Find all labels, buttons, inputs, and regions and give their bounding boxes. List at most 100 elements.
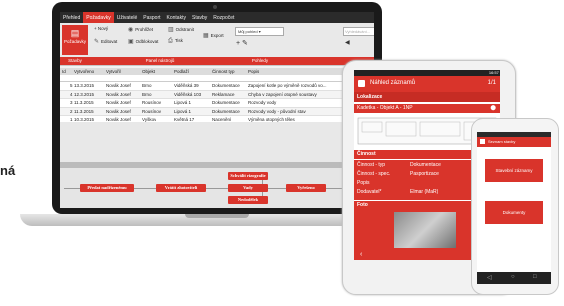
menu-pasport[interactable]: Pasport [140, 12, 163, 23]
back-icon[interactable]: ◁ [487, 274, 492, 281]
new-button[interactable]: + Nový [94, 26, 108, 31]
export-label: Export [210, 33, 224, 38]
cell-floor: Lipová 1 [174, 100, 192, 105]
printer-icon: ⎙ [168, 38, 173, 44]
menu-prehled[interactable]: Přehled [60, 12, 83, 23]
export-icon: ▦ [203, 33, 209, 39]
section-lokalizace: Lokalizace [357, 94, 383, 100]
cell-author: Novák Josef [106, 100, 131, 105]
table-row[interactable]: 3 11.3.2015 Novák Josef Rousínov Lipová … [60, 99, 374, 108]
group-panel-nastroju: Panel nástrojů [145, 58, 175, 63]
location-pin-icon: ⬤ [490, 105, 496, 111]
view-select-value: Můj pohled [238, 29, 258, 34]
group-pohledy: Pohledy [251, 58, 269, 63]
cell-activity: Dokumentace [212, 83, 240, 88]
workflow-step-predat[interactable]: Předat nadřízenému [80, 184, 134, 192]
app-logo-icon [480, 139, 485, 144]
print-label: Tisk [174, 38, 183, 43]
cell-object: Rousínov [142, 100, 162, 105]
pozadavky-ribbon-button[interactable]: ▤ Požadavky [62, 25, 88, 55]
view-select[interactable]: Můj pohled ▾ [235, 27, 284, 36]
table-row[interactable]: 4 12.3.2015 Novák Josef Brno Viděňská 10… [60, 90, 374, 99]
table-row[interactable]: 2 11.3.2015 Novák Josef Rousínov Lipová … [60, 107, 374, 116]
add-view-icon[interactable]: + ✎ [236, 39, 248, 47]
delete-button[interactable]: ▥ Odstranit [168, 26, 194, 33]
recent-apps-icon[interactable]: □ [533, 274, 537, 280]
photo-thumbnail[interactable] [394, 212, 456, 248]
phone-app-bar: Seznam stavby [477, 137, 551, 147]
toolbar-ribbon: ▤ Požadavky + Nový ✎ Editovat ◉ Prohlížet … [60, 23, 374, 66]
cell-author: Novák Josef [106, 83, 131, 88]
ribbon-group-labels: Stavby Panel nástrojů Pohledy [60, 57, 374, 65]
cell-activity: Reklamace [212, 91, 235, 97]
col-vytvoril[interactable]: Vytvořil [106, 69, 121, 74]
nav-arrow-left-icon[interactable]: ◀ [345, 39, 350, 46]
cell-floor: Lipová 1 [174, 108, 192, 114]
tablet-subheader: Lokalizace [354, 92, 500, 102]
cinnost-typ-value: Dokumentace [410, 162, 441, 168]
workflow-step-nedodelek[interactable]: Nedodělek [228, 196, 268, 204]
search-input[interactable]: Vyhledávání... [343, 27, 374, 36]
webcam [213, 5, 217, 9]
unlock-icon: ▣ [128, 39, 134, 45]
menu-pozadavky[interactable]: Požadavky [83, 12, 114, 23]
phone-screen: Seznam stavby Stavební záznamy Dokumenty… [477, 132, 551, 284]
workflow-step-vratit[interactable]: Vrátit zhotoviteli [156, 184, 206, 192]
cell-date: 11.3.2015 [74, 108, 94, 114]
cell-id: 3 [70, 100, 73, 105]
phone-title: Seznam stavby [488, 139, 516, 144]
print-button[interactable]: ⎙ Tisk [168, 38, 183, 45]
cinnost-typ-label: Činnost - typ [357, 162, 386, 168]
home-icon[interactable]: ○ [511, 274, 515, 280]
unlock-label: Odblokovat [135, 39, 159, 44]
col-vytvoreno[interactable]: Vytvořeno [74, 69, 94, 74]
menu-kontakty[interactable]: Kontakty [164, 12, 189, 23]
phone-nav-bar: ◁ ○ □ [477, 272, 551, 284]
app-logo-icon [358, 80, 365, 87]
menu-rozpocet[interactable]: Rozpočet [210, 12, 237, 23]
col-popis[interactable]: Popis [248, 69, 259, 74]
cell-activity: Dokumentace [212, 100, 240, 105]
table-row[interactable]: 5 13.3.2015 Novák Josef Brno Viděňská 39… [60, 82, 374, 91]
trash-icon: ▥ [168, 27, 174, 33]
col-objekt[interactable]: Objekt [142, 69, 155, 74]
menu-stavby[interactable]: Stavby [189, 12, 210, 23]
stavebni-zaznamy-button[interactable]: Stavební záznamy [485, 159, 543, 182]
lokalizace-value[interactable]: Kadetka - Objekt A - 1NP ⬤ [354, 104, 500, 113]
main-menu: Přehled Požadavky Uživatelé Pasport Kont… [60, 12, 374, 23]
pozadavky-ribbon-label: Požadavky [63, 39, 86, 44]
laptop-display: Přehled Požadavky Uživatelé Pasport Kont… [60, 12, 374, 208]
dodavatel-value: Elmar (MaR) [410, 189, 439, 195]
workflow-step-vyreseno[interactable]: Vyřešeno [286, 184, 326, 192]
clipboard-icon: ▤ [70, 28, 80, 38]
cell-floor: Viděňská 103 [174, 91, 202, 97]
workflow-step-schvalit[interactable]: Schválit rizografie [228, 172, 268, 180]
export-button[interactable]: ▦ Export [203, 32, 224, 39]
edit-button[interactable]: ✎ Editovat [94, 38, 117, 45]
back-arrow-icon[interactable]: ‹ [360, 251, 362, 258]
cell-date: 13.3.2015 [74, 83, 95, 88]
unlock-button[interactable]: ▣ Odblokovat [128, 38, 158, 45]
col-cinnost-typ[interactable]: Činnost typ [212, 69, 235, 74]
edit-label: Editovat [101, 39, 118, 44]
cell-id: 2 [70, 108, 73, 114]
menu-uzivatele[interactable]: Uživatelé [114, 12, 141, 23]
dokumenty-button[interactable]: Dokumenty [485, 201, 543, 224]
phone-body: Stavební záznamy Dokumenty [477, 147, 551, 282]
cell-activity: Dokumentace [212, 108, 240, 114]
cell-id: 4 [70, 91, 73, 97]
view-button[interactable]: ◉ Prohlížet [128, 26, 153, 33]
cell-id: 5 [70, 83, 73, 88]
partial-heading-text: ná [0, 163, 16, 178]
table-filter-row[interactable] [60, 75, 374, 82]
cell-floor: Viděňská 39 [174, 83, 199, 88]
workflow-step-vady[interactable]: Vady [228, 184, 268, 192]
table-header: Id Vytvořeno Vytvořil Objekt Podlaží Čin… [60, 68, 374, 75]
col-id[interactable]: Id [62, 69, 66, 74]
cinnost-spec-label: Činnost - spec. [357, 171, 391, 177]
tablet-title: Náhled záznamů [370, 80, 416, 86]
laptop-notch [185, 214, 249, 218]
dodavatel-label: Dodavatel* [357, 189, 382, 195]
col-podlazi[interactable]: Podlaží [174, 69, 189, 74]
cinnost-spec-value: Pasportizace [410, 171, 439, 177]
